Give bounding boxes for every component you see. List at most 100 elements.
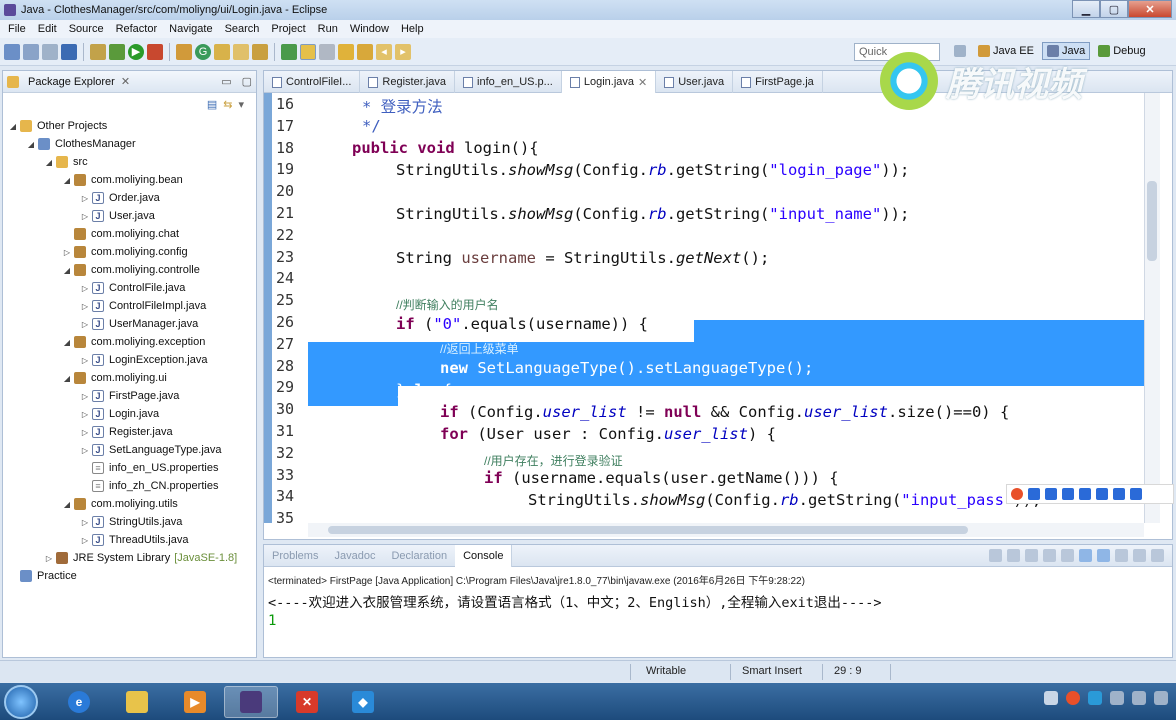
- tree-item[interactable]: ▷ J ControlFileImpl.java: [81, 297, 206, 315]
- tree-item[interactable]: ▷ J Register.java: [81, 423, 173, 441]
- code-line-27[interactable]: //返回上级菜单: [440, 339, 519, 357]
- tray-sogou-icon[interactable]: [1066, 691, 1080, 705]
- taskbar-ie[interactable]: e: [52, 686, 106, 718]
- tree-item[interactable]: ≡ info_en_US.properties: [81, 459, 218, 477]
- editor-tab[interactable]: FirstPage.ja: [733, 71, 823, 93]
- collapsed-triangle-icon[interactable]: ▷: [45, 554, 53, 563]
- editor-tab[interactable]: info_en_US.p...: [455, 71, 562, 93]
- collapse-all-icon[interactable]: ▤: [207, 98, 217, 111]
- prev-annotation-icon[interactable]: [357, 43, 373, 60]
- tree-item[interactable]: Practice: [9, 567, 77, 585]
- sogou-icon[interactable]: [1011, 488, 1023, 500]
- panel-tab[interactable]: Console: [455, 544, 513, 567]
- terminate-icon[interactable]: [989, 549, 1002, 562]
- display-console-icon[interactable]: [1097, 549, 1110, 562]
- save-all-icon[interactable]: [42, 43, 58, 60]
- menu-source[interactable]: Source: [63, 23, 110, 35]
- tree-item[interactable]: com.moliying.chat: [63, 225, 179, 243]
- tree-item[interactable]: ◢ src: [45, 153, 88, 171]
- annotation-icon[interactable]: [281, 43, 297, 60]
- link-editor-icon[interactable]: ⇆: [223, 98, 232, 111]
- ime-lang-icon[interactable]: [1028, 488, 1040, 500]
- tray-network-icon[interactable]: [1110, 691, 1124, 705]
- close-view-icon[interactable]: ✕: [121, 75, 130, 88]
- tree-item[interactable]: ▷ J LoginException.java: [81, 351, 207, 369]
- debug-icon[interactable]: [109, 43, 125, 60]
- remove-launch-icon[interactable]: [1007, 549, 1020, 562]
- maximize-button[interactable]: ▢: [1100, 0, 1128, 18]
- tree-item[interactable]: ▷ J User.java: [81, 207, 155, 225]
- minimize-view-icon[interactable]: [1133, 549, 1146, 562]
- panel-tab[interactable]: Javadoc: [326, 545, 383, 567]
- collapsed-triangle-icon[interactable]: ▷: [81, 518, 89, 527]
- ime-settings-icon[interactable]: [1130, 488, 1142, 500]
- expanded-triangle-icon[interactable]: ◢: [63, 500, 71, 509]
- code-line-28[interactable]: new SetLanguageType().setLanguageType();: [440, 359, 813, 377]
- code-line-16[interactable]: * 登录方法: [362, 95, 443, 117]
- pin-console-icon[interactable]: [1079, 549, 1092, 562]
- expanded-triangle-icon[interactable]: ◢: [27, 140, 35, 149]
- expanded-triangle-icon[interactable]: ◢: [9, 122, 17, 131]
- collapsed-triangle-icon[interactable]: ▷: [81, 302, 89, 311]
- collapsed-triangle-icon[interactable]: ▷: [81, 284, 89, 293]
- panel-tab[interactable]: Problems: [264, 545, 326, 567]
- close-tab-icon[interactable]: ✕: [638, 76, 647, 89]
- collapsed-triangle-icon[interactable]: ▷: [81, 410, 89, 419]
- tray-lang-icon[interactable]: [1044, 691, 1058, 705]
- editor-tab[interactable]: Register.java: [360, 71, 456, 93]
- collapsed-triangle-icon[interactable]: ▷: [81, 320, 89, 329]
- editor-tab[interactable]: User.java: [656, 71, 734, 93]
- tree-item[interactable]: ▷ J StringUtils.java: [81, 513, 182, 531]
- remove-all-icon[interactable]: [1025, 549, 1038, 562]
- tree-item[interactable]: ◢ com.moliying.exception: [63, 333, 205, 351]
- menu-window[interactable]: Window: [344, 23, 395, 35]
- save-icon[interactable]: [23, 43, 39, 60]
- code-line-21[interactable]: StringUtils.showMsg(Config.rb.getString(…: [396, 205, 909, 223]
- run-icon[interactable]: ▶: [128, 43, 144, 60]
- maximize-view-icon[interactable]: [1151, 549, 1164, 562]
- vertical-scroll-thumb[interactable]: [1147, 181, 1157, 261]
- clear-console-icon[interactable]: [1061, 549, 1074, 562]
- new-class-icon[interactable]: [214, 43, 230, 60]
- new-icon[interactable]: [4, 43, 20, 60]
- ime-keyboard-icon[interactable]: [1079, 488, 1091, 500]
- expanded-triangle-icon[interactable]: ◢: [45, 158, 53, 167]
- taskbar-media-player[interactable]: ▶: [168, 686, 222, 718]
- minimize-view-icon[interactable]: ▭: [221, 75, 231, 88]
- tray-qq-icon[interactable]: [1088, 691, 1102, 705]
- taskbar-eclipse[interactable]: [224, 686, 278, 718]
- view-menu-icon[interactable]: ▾: [238, 98, 244, 111]
- expanded-triangle-icon[interactable]: ◢: [63, 374, 71, 383]
- panel-tab[interactable]: Declaration: [383, 545, 455, 567]
- block-selection-icon[interactable]: [319, 43, 335, 60]
- tree-item[interactable]: ▷ JRE System Library [JavaSE-1.8]: [45, 549, 237, 567]
- new-package-icon[interactable]: G: [195, 43, 211, 60]
- collapsed-triangle-icon[interactable]: ▷: [81, 536, 89, 545]
- next-annotation-icon[interactable]: [338, 43, 354, 60]
- tree-item[interactable]: ▷ J UserManager.java: [81, 315, 198, 333]
- expanded-triangle-icon[interactable]: ◢: [63, 266, 71, 275]
- code-line-30[interactable]: if (Config.user_list != null && Config.u…: [440, 403, 1009, 421]
- code-line-25[interactable]: //判断输入的用户名: [396, 295, 499, 313]
- tree-item[interactable]: ▷ com.moliying.config: [63, 243, 188, 261]
- collapsed-triangle-icon[interactable]: ▷: [81, 212, 89, 221]
- skip-breakpoints-icon[interactable]: [90, 43, 106, 60]
- code-line-26[interactable]: if ("0".equals(username)) {: [396, 315, 648, 333]
- code-line-31[interactable]: for (User user : Config.user_list) {: [440, 425, 776, 443]
- search-icon[interactable]: [252, 43, 268, 60]
- collapsed-triangle-icon[interactable]: ▷: [63, 248, 71, 257]
- editor-tab[interactable]: Login.java ✕: [561, 71, 657, 93]
- expanded-triangle-icon[interactable]: ◢: [63, 176, 71, 185]
- code-line-32[interactable]: //用户存在，进行登录验证: [484, 451, 623, 469]
- open-type-icon[interactable]: [233, 43, 249, 60]
- minimize-button[interactable]: ▁: [1072, 0, 1100, 18]
- print-icon[interactable]: [61, 43, 77, 60]
- close-button[interactable]: ✕: [1128, 0, 1172, 18]
- tray-clock[interactable]: [1154, 691, 1168, 705]
- tree-item[interactable]: ▷ J ThreadUtils.java: [81, 531, 188, 549]
- collapsed-triangle-icon[interactable]: ▷: [81, 392, 89, 401]
- collapsed-triangle-icon[interactable]: ▷: [81, 356, 89, 365]
- taskbar-app[interactable]: ◆: [336, 686, 390, 718]
- tree-item[interactable]: ▷ J FirstPage.java: [81, 387, 179, 405]
- ime-user-icon[interactable]: [1096, 488, 1108, 500]
